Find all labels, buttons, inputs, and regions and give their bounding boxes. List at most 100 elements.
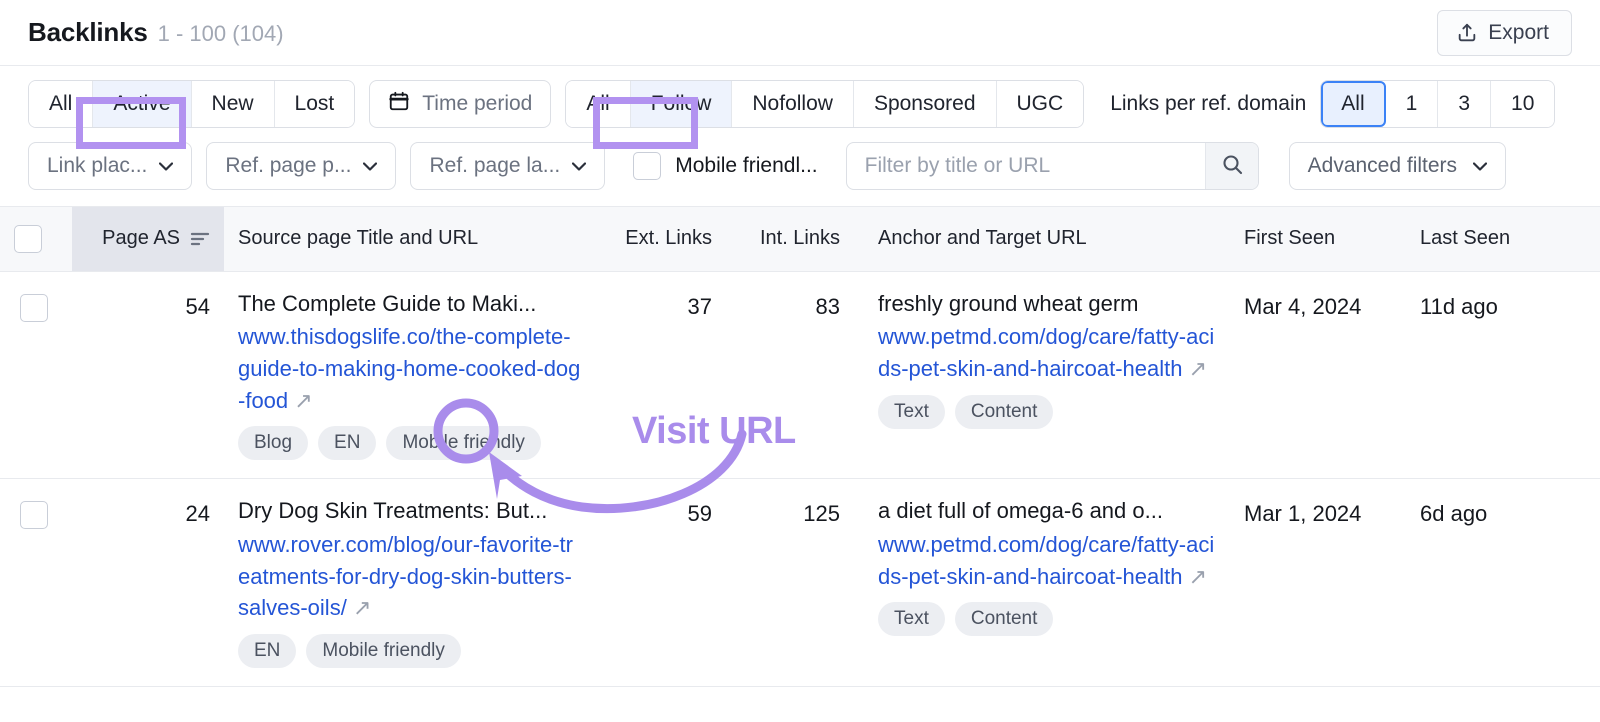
advanced-filters-dropdown[interactable]: Advanced filters xyxy=(1288,142,1507,190)
column-header-source: Source page Title and URL xyxy=(224,207,596,272)
column-header-ext-links: Ext. Links xyxy=(596,207,726,272)
link-placement-dropdown[interactable]: Link plac... xyxy=(28,142,193,190)
column-header-page-as[interactable]: Page AS xyxy=(72,207,224,272)
target-url-link[interactable]: www.petmd.com/dog/care/fatty-acids-pet-s… xyxy=(878,321,1216,385)
source-url-text: www.rover.com/blog/our-favorite-treatmen… xyxy=(238,531,573,621)
cell-source: Dry Dog Skin Treatments: But... www.rove… xyxy=(224,478,596,688)
cell-last-seen: 11d ago xyxy=(1406,271,1600,480)
column-header-first-seen: First Seen xyxy=(1230,207,1406,272)
select-all-checkbox[interactable] xyxy=(14,224,42,253)
title-wrap: Backlinks 1 - 100 (104) xyxy=(28,17,284,48)
ref-page-platform-label: Ref. page p... xyxy=(225,154,352,177)
ref-page-platform-dropdown[interactable]: Ref. page p... xyxy=(206,142,397,190)
row-checkbox[interactable] xyxy=(20,293,48,322)
cell-int-links: 125 xyxy=(726,478,854,688)
cell-last-seen: 6d ago xyxy=(1406,478,1600,688)
table-body: 54 The Complete Guide to Maki... www.thi… xyxy=(0,271,1600,688)
links-per-domain-1[interactable]: 1 xyxy=(1385,81,1439,127)
follow-filter-nofollow[interactable]: Nofollow xyxy=(732,81,854,127)
cell-first-seen: Mar 1, 2024 xyxy=(1230,478,1406,688)
row-checkbox[interactable] xyxy=(20,501,48,530)
external-link-icon[interactable]: ↗︎ xyxy=(294,388,312,413)
status-filter-group: All Active New Lost xyxy=(28,80,356,128)
follow-filter-follow[interactable]: Follow xyxy=(630,81,733,127)
mobile-friendly-checkbox[interactable] xyxy=(633,152,662,180)
time-period-label: Time period xyxy=(422,92,533,115)
anchor-tag: Text xyxy=(878,602,945,637)
external-link-icon[interactable]: ↗︎ xyxy=(1189,356,1207,381)
column-header-last-seen: Last Seen xyxy=(1406,207,1600,272)
external-link-icon[interactable]: ↗︎ xyxy=(1189,564,1207,589)
filters-panel: All Active New Lost Time period All Foll… xyxy=(0,66,1600,207)
follow-filter-ugc[interactable]: UGC xyxy=(996,81,1084,127)
target-url-text: www.petmd.com/dog/care/fatty-acids-pet-s… xyxy=(878,323,1215,381)
anchor-text: freshly ground wheat germ xyxy=(878,290,1139,316)
external-link-icon[interactable]: ↗︎ xyxy=(353,595,371,620)
table-head: Page AS Source page Title and URL Ext. L… xyxy=(0,207,1600,272)
anchor-tag: Content xyxy=(954,394,1054,429)
export-button[interactable]: Export xyxy=(1437,9,1572,56)
export-label: Export xyxy=(1488,20,1549,44)
anchor-tag: Content xyxy=(954,602,1054,637)
anchor-text: a diet full of omega-6 and o... xyxy=(878,498,1163,524)
source-tag: Mobile friendly xyxy=(306,634,461,669)
link-placement-label: Link plac... xyxy=(47,154,148,177)
cell-first-seen: Mar 4, 2024 xyxy=(1230,271,1406,480)
select-all-header xyxy=(0,207,72,272)
table-row: 54 The Complete Guide to Maki... www.thi… xyxy=(0,271,1600,480)
search-box[interactable] xyxy=(845,142,1259,190)
anchor-tags: Text Content xyxy=(878,602,1216,637)
cell-source: The Complete Guide to Maki... www.thisdo… xyxy=(224,271,596,480)
cell-anchor: a diet full of omega-6 and o... www.petm… xyxy=(854,478,1230,688)
status-filter-new[interactable]: New xyxy=(191,81,275,127)
filters-row-2: Link plac... Ref. page p... Ref. page la… xyxy=(28,142,1572,190)
column-header-int-links: Int. Links xyxy=(726,207,854,272)
chevron-down-icon xyxy=(572,161,587,171)
page-title: Backlinks xyxy=(28,17,148,47)
status-filter-active[interactable]: Active xyxy=(93,81,192,127)
time-period-dropdown[interactable]: Time period xyxy=(369,80,552,128)
links-per-domain-10[interactable]: 10 xyxy=(1491,81,1555,127)
source-url-link[interactable]: www.rover.com/blog/our-favorite-treatmen… xyxy=(238,529,582,625)
table-row: 24 Dry Dog Skin Treatments: But... www.r… xyxy=(0,478,1600,688)
chevron-down-icon xyxy=(1473,161,1488,171)
links-per-domain-label: Links per ref. domain xyxy=(1110,92,1307,115)
links-per-domain-all[interactable]: All xyxy=(1321,81,1386,127)
source-tag: EN xyxy=(238,634,297,669)
follow-filter-group: All Follow Nofollow Sponsored UGC xyxy=(565,80,1085,128)
source-url-link[interactable]: www.thisdogslife.co/the-complete-guide-t… xyxy=(238,321,582,417)
row-select-cell xyxy=(0,271,72,480)
sort-icon[interactable] xyxy=(190,232,210,246)
cell-ext-links: 59 xyxy=(596,478,726,688)
mobile-friendly-filter[interactable]: Mobile friendl... xyxy=(633,152,818,180)
page-as-header-inner: Page AS xyxy=(102,227,210,250)
target-url-link[interactable]: www.petmd.com/dog/care/fatty-acids-pet-s… xyxy=(878,529,1216,593)
calendar-icon xyxy=(388,90,410,118)
page-as-header-label: Page AS xyxy=(102,227,180,250)
search-button[interactable] xyxy=(1204,143,1258,189)
source-tags: EN Mobile friendly xyxy=(238,634,582,669)
source-tag: EN xyxy=(318,426,377,461)
cell-int-links: 83 xyxy=(726,271,854,480)
ref-page-language-label: Ref. page la... xyxy=(429,154,561,177)
source-title: Dry Dog Skin Treatments: But... xyxy=(238,498,548,524)
source-title: The Complete Guide to Maki... xyxy=(238,290,537,316)
advanced-filters-label: Advanced filters xyxy=(1307,154,1458,177)
follow-filter-all[interactable]: All xyxy=(566,81,631,127)
status-filter-all[interactable]: All xyxy=(29,81,94,127)
chevron-down-icon xyxy=(363,161,378,171)
status-filter-lost[interactable]: Lost xyxy=(274,81,355,127)
ref-page-language-dropdown[interactable]: Ref. page la... xyxy=(410,142,606,190)
follow-filter-sponsored[interactable]: Sponsored xyxy=(853,81,997,127)
filters-row-1: All Active New Lost Time period All Foll… xyxy=(28,80,1572,128)
search-input[interactable] xyxy=(846,143,1205,189)
cell-page-as: 54 xyxy=(72,271,224,480)
anchor-tag: Text xyxy=(878,394,945,429)
links-per-domain-group: All 1 3 10 xyxy=(1320,80,1556,128)
search-icon xyxy=(1220,152,1244,181)
cell-page-as: 24 xyxy=(72,478,224,688)
page-header: Backlinks 1 - 100 (104) Export xyxy=(0,0,1600,66)
table-header-row: Page AS Source page Title and URL Ext. L… xyxy=(0,207,1600,272)
source-url-text: www.thisdogslife.co/the-complete-guide-t… xyxy=(238,323,581,413)
links-per-domain-3[interactable]: 3 xyxy=(1438,81,1492,127)
